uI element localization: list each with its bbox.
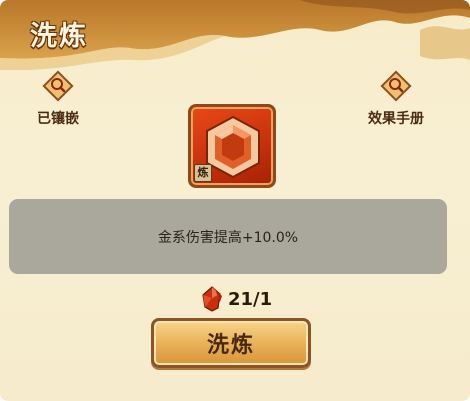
gem-badge: 炼 bbox=[194, 164, 212, 182]
refine-button[interactable]: 洗炼 bbox=[151, 318, 311, 368]
magnifier-badge-icon bbox=[380, 70, 412, 102]
refine-panel: 洗炼 已镶嵌 效果手册 炼 金系伤害提高+10.0% 21/1 洗炼 bbox=[0, 0, 470, 401]
refine-cost: 21/1 bbox=[200, 284, 272, 314]
cost-amount: 21/1 bbox=[228, 288, 273, 310]
red-crystal-icon bbox=[202, 286, 222, 312]
stat-text: 金系伤害提高+10.0% bbox=[157, 229, 299, 246]
stat-panel: 金系伤害提高+10.0% bbox=[9, 199, 447, 274]
window-title: 洗炼 bbox=[30, 21, 88, 52]
effect-manual-button[interactable]: 效果手册 bbox=[356, 70, 436, 140]
embedded-button[interactable]: 已镶嵌 bbox=[18, 70, 98, 140]
magnifier-badge-icon bbox=[42, 70, 74, 102]
refine-button-label: 洗炼 bbox=[206, 333, 255, 358]
effect-manual-label: 效果手册 bbox=[368, 111, 424, 127]
embedded-label: 已镶嵌 bbox=[37, 111, 79, 127]
gem-slot[interactable]: 炼 bbox=[188, 104, 276, 188]
